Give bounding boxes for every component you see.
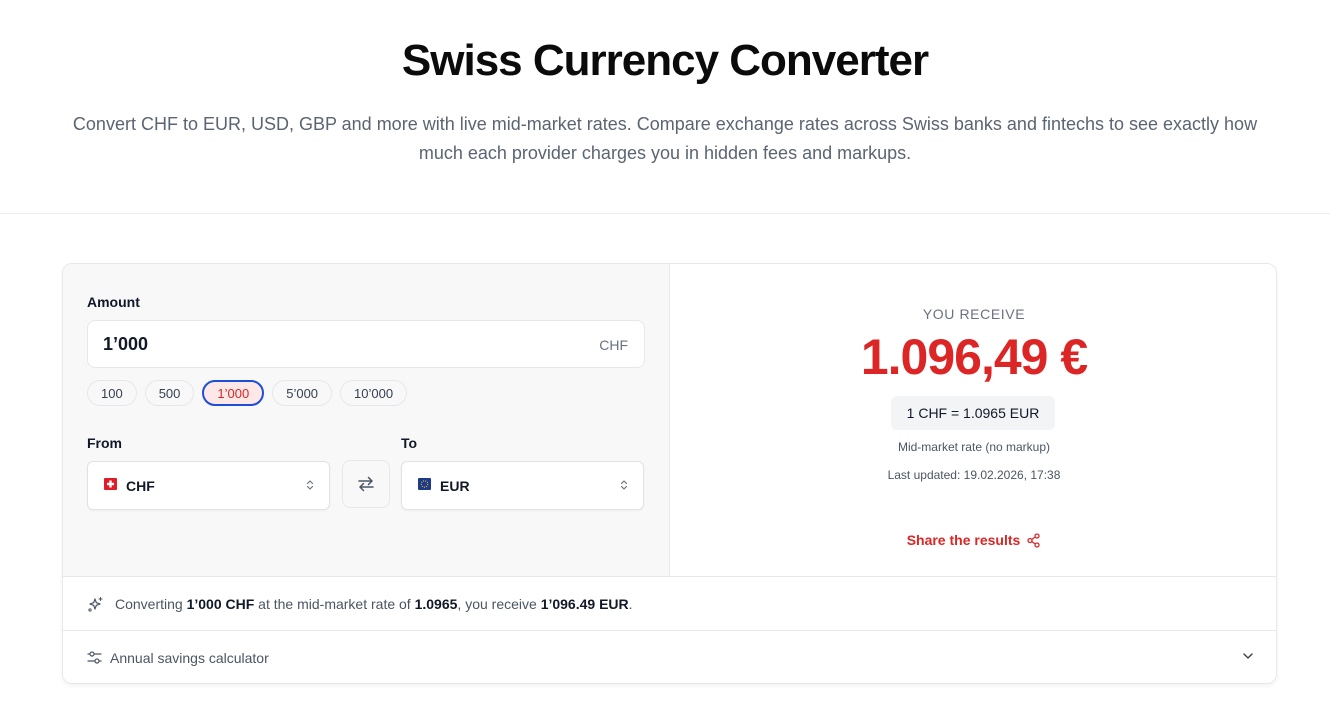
to-currency-select[interactable]: EUR	[401, 461, 644, 510]
swap-arrows-icon	[358, 476, 374, 492]
conversion-summary: Converting 1’000 CHF at the mid-market r…	[63, 576, 1276, 631]
summary-middle: at the mid-market rate of	[254, 596, 415, 612]
quick-amounts: 100 500 1’000 5’000 10’000	[87, 380, 408, 406]
chevron-down-icon	[1243, 653, 1253, 659]
annual-savings-calculator-toggle[interactable]: Annual savings calculator	[63, 631, 1276, 683]
swap-currencies-button[interactable]	[342, 460, 390, 508]
from-label: From	[87, 435, 122, 451]
quick-amount-chip-selected[interactable]: 1’000	[202, 380, 265, 406]
sparkles-icon	[88, 596, 103, 612]
receive-label: YOU RECEIVE	[922, 306, 1026, 322]
summary-rate: 1.0965	[414, 596, 458, 612]
summary-middle2: , you receive	[457, 596, 541, 612]
share-results-button[interactable]: Share the results	[670, 532, 1276, 548]
summary-result: 1’096.49 EUR	[540, 596, 629, 612]
amount-label: Amount	[87, 294, 140, 310]
result-panel: YOU RECEIVE 1.096,49 € 1 CHF = 1.0965 EU…	[670, 264, 1276, 576]
summary-text: Converting 1’000 CHF at the mid-market r…	[115, 596, 633, 612]
chevron-up-down-icon	[306, 480, 314, 490]
to-currency-code: EUR	[440, 478, 470, 494]
amount-currency-suffix: CHF	[599, 337, 628, 353]
amount-input[interactable]	[103, 334, 553, 355]
eu-flag-icon	[418, 478, 431, 490]
from-currency-select[interactable]: CHF	[87, 461, 330, 510]
summary-suffix: .	[628, 596, 633, 612]
quick-amount-chip[interactable]: 500	[144, 380, 195, 406]
converter-card: Amount CHF 100 500 1’000 5’000 10’000 Fr…	[62, 263, 1277, 684]
rate-note: Mid-market rate (no markup)	[897, 440, 1051, 454]
received-amount: 1.096,49 €	[860, 329, 1088, 385]
quick-amount-chip[interactable]: 100	[87, 380, 137, 406]
share-results-label: Share the results	[906, 532, 1021, 548]
share-icon	[1027, 532, 1040, 548]
amount-field[interactable]: CHF	[87, 320, 645, 368]
converter-input-panel: Amount CHF 100 500 1’000 5’000 10’000 Fr…	[63, 264, 670, 576]
page-title: Swiss Currency Converter	[401, 36, 929, 85]
last-updated: Last updated: 19.02.2026, 17:38	[887, 468, 1061, 482]
to-label: To	[401, 435, 418, 451]
chevron-up-down-icon	[620, 480, 628, 490]
page-header: Swiss Currency Converter Convert CHF to …	[0, 0, 1330, 214]
quick-amount-chip[interactable]: 5’000	[272, 380, 333, 406]
swiss-flag-icon	[104, 478, 117, 490]
summary-amount: 1’000 CHF	[186, 596, 255, 612]
annual-savings-calculator-label: Annual savings calculator	[110, 650, 269, 666]
exchange-rate-badge: 1 CHF = 1.0965 EUR	[891, 396, 1055, 430]
page-subtitle: Convert CHF to EUR, USD, GBP and more wi…	[72, 114, 1258, 163]
sliders-icon	[87, 651, 102, 664]
quick-amount-chip[interactable]: 10’000	[340, 380, 408, 406]
summary-prefix: Converting	[115, 596, 187, 612]
from-currency-code: CHF	[126, 478, 155, 494]
